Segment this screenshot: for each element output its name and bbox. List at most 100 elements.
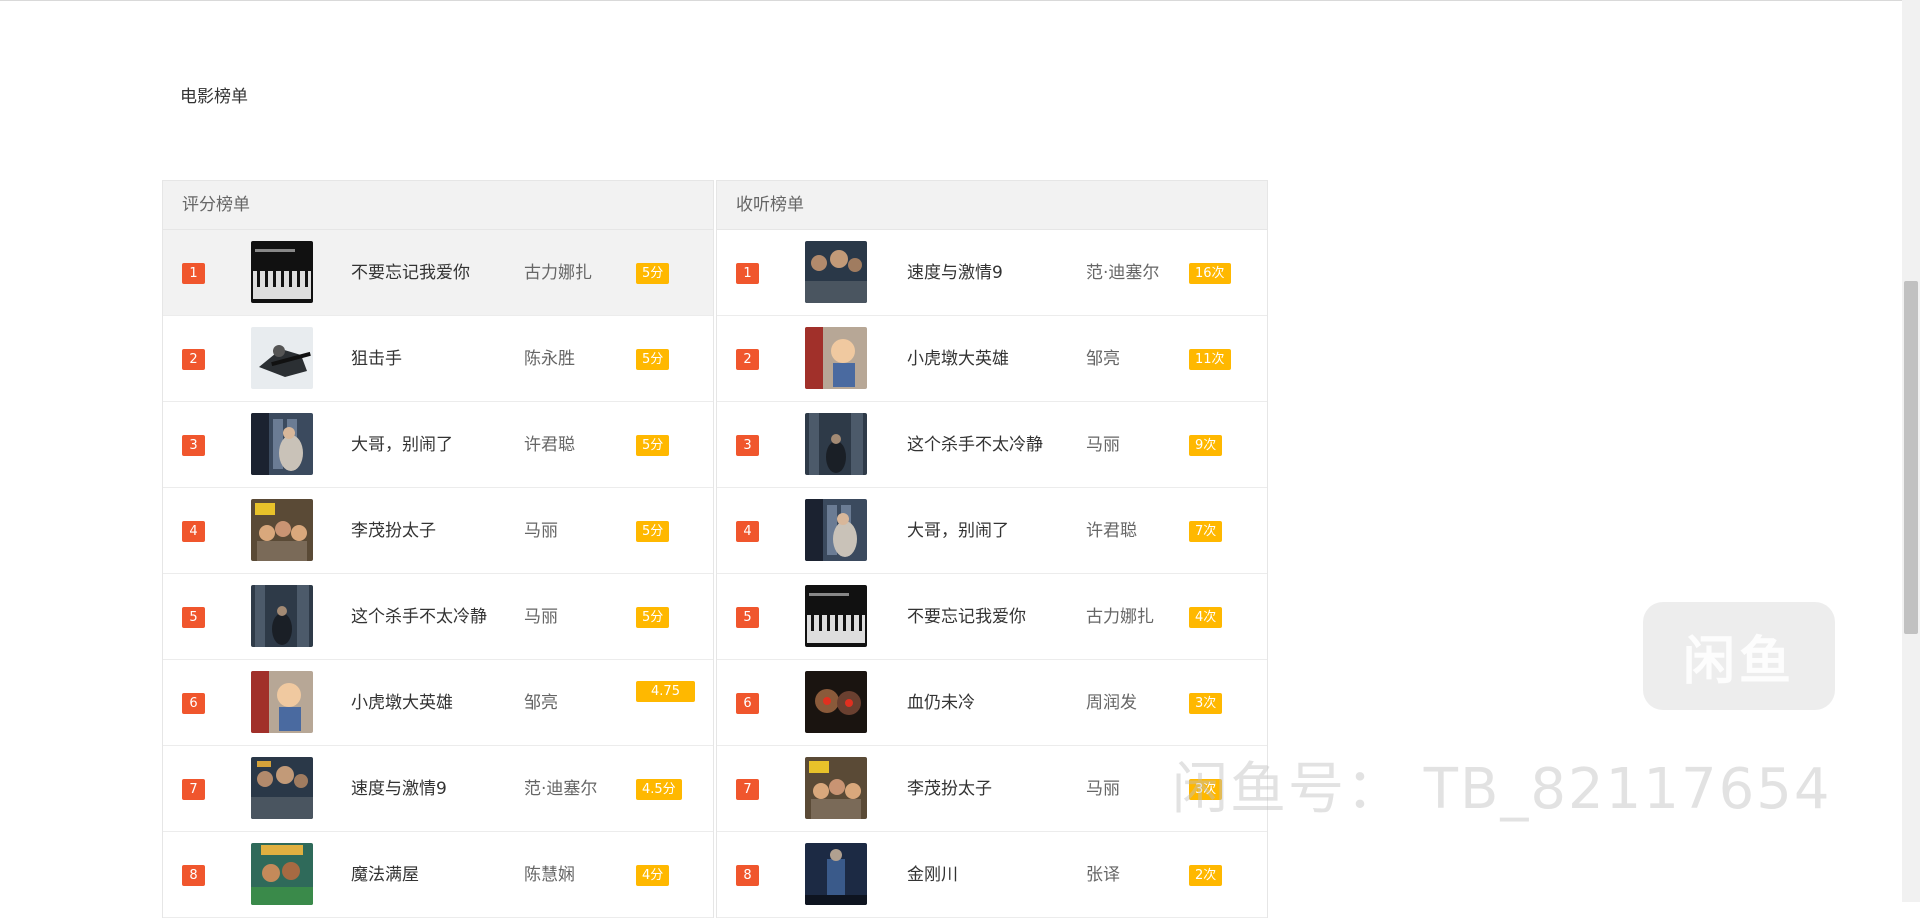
table-row[interactable]: 6 血仍未冷 周润发 3次	[717, 660, 1267, 746]
actor-name: 许君聪	[524, 435, 575, 455]
actor-name: 邹亮	[524, 693, 558, 713]
movie-poster[interactable]	[805, 241, 867, 303]
score-badge: 4.75	[636, 681, 695, 702]
table-row[interactable]: 3 这个杀手不太冷静 马丽 9次	[717, 402, 1267, 488]
actor-name: 张译	[1086, 865, 1120, 885]
table-row[interactable]: 3 大哥，别闹了 许君聪 5分	[163, 402, 713, 488]
rank-badge: 7	[736, 779, 759, 800]
actor-name: 古力娜扎	[524, 263, 592, 283]
actor-name: 马丽	[524, 521, 558, 541]
play-count-badge: 16次	[1189, 263, 1231, 284]
score-badge: 4.5分	[636, 779, 682, 800]
rank-badge: 1	[182, 263, 205, 284]
score-badge: 5分	[636, 607, 670, 628]
movie-poster[interactable]	[251, 671, 313, 733]
score-badge: 5分	[636, 521, 670, 542]
movie-title[interactable]: 李茂扮太子	[351, 488, 516, 574]
movie-poster[interactable]	[251, 585, 313, 647]
scrollbar-thumb[interactable]	[1904, 281, 1918, 634]
movie-poster[interactable]	[251, 413, 313, 475]
movie-title[interactable]: 大哥，别闹了	[351, 402, 516, 488]
actor-name: 马丽	[1086, 435, 1120, 455]
movie-poster[interactable]	[805, 499, 867, 561]
table-row[interactable]: 1 不要忘记我爱你 古力娜扎 5分	[163, 230, 713, 316]
table-row[interactable]: 4 大哥，别闹了 许君聪 7次	[717, 488, 1267, 574]
score-badge: 4分	[636, 865, 670, 886]
rank-badge: 3	[736, 435, 759, 456]
rank-badge: 3	[182, 435, 205, 456]
listen-board-title: 收听榜单	[717, 181, 1267, 230]
movie-poster[interactable]	[805, 585, 867, 647]
rank-badge: 5	[736, 607, 759, 628]
movie-poster[interactable]	[251, 241, 313, 303]
watermark-logo-text: 闲鱼	[1682, 631, 1795, 692]
movie-poster[interactable]	[805, 757, 867, 819]
movie-poster[interactable]	[805, 671, 867, 733]
movie-title[interactable]: 李茂扮太子	[907, 746, 1092, 832]
play-count-badge: 11次	[1189, 349, 1231, 370]
table-row[interactable]: 2 狙击手 陈永胜 5分	[163, 316, 713, 402]
rating-board: 评分榜单 1 不要忘记我爱你 古力娜扎 5分 2 狙击手 陈永胜 5分 3 大哥…	[162, 180, 714, 918]
play-count-badge: 9次	[1189, 435, 1223, 456]
movie-title[interactable]: 大哥，别闹了	[907, 488, 1092, 574]
movie-title[interactable]: 小虎墩大英雄	[351, 660, 516, 746]
page-title: 电影榜单	[180, 87, 248, 107]
movie-title[interactable]: 这个杀手不太冷静	[907, 402, 1092, 488]
actor-name: 许君聪	[1086, 521, 1137, 541]
actor-name: 古力娜扎	[1086, 607, 1154, 627]
rank-badge: 4	[736, 521, 759, 542]
movie-title[interactable]: 狙击手	[351, 316, 516, 402]
ranking-panels: 评分榜单 1 不要忘记我爱你 古力娜扎 5分 2 狙击手 陈永胜 5分 3 大哥…	[162, 180, 1268, 918]
movie-poster[interactable]	[251, 499, 313, 561]
play-count-badge: 7次	[1189, 521, 1223, 542]
actor-name: 范·迪塞尔	[524, 779, 598, 799]
score-badge: 5分	[636, 349, 670, 370]
rank-badge: 8	[182, 865, 205, 886]
movie-title[interactable]: 金刚川	[907, 832, 1092, 918]
watermark-logo: 闲鱼	[1643, 602, 1835, 710]
actor-name: 范·迪塞尔	[1086, 263, 1160, 283]
watermark-text: 闲鱼号： TB_82117654	[1172, 757, 1832, 822]
movie-title[interactable]: 不要忘记我爱你	[907, 574, 1092, 660]
rating-board-title: 评分榜单	[163, 181, 713, 230]
table-row[interactable]: 6 小虎墩大英雄 邹亮 4.75	[163, 660, 713, 746]
table-row[interactable]: 8 金刚川 张译 2次	[717, 832, 1267, 918]
movie-poster[interactable]	[805, 327, 867, 389]
rank-badge: 2	[736, 349, 759, 370]
rank-badge: 5	[182, 607, 205, 628]
movie-title[interactable]: 速度与激情9	[907, 230, 1092, 316]
movie-title[interactable]: 魔法满屋	[351, 832, 516, 918]
movie-poster[interactable]	[251, 757, 313, 819]
table-row[interactable]: 1 速度与激情9 范·迪塞尔 16次	[717, 230, 1267, 316]
movie-title[interactable]: 速度与激情9	[351, 746, 516, 832]
table-row[interactable]: 5 不要忘记我爱你 古力娜扎 4次	[717, 574, 1267, 660]
play-count-badge: 4次	[1189, 607, 1223, 628]
table-row[interactable]: 4 李茂扮太子 马丽 5分	[163, 488, 713, 574]
actor-name: 周润发	[1086, 693, 1137, 713]
table-row[interactable]: 7 速度与激情9 范·迪塞尔 4.5分	[163, 746, 713, 832]
score-badge: 5分	[636, 435, 670, 456]
movie-poster[interactable]	[251, 843, 313, 905]
actor-name: 陈慧娴	[524, 865, 575, 885]
movie-title[interactable]: 不要忘记我爱你	[351, 230, 516, 316]
actor-name: 陈永胜	[524, 349, 575, 369]
rank-badge: 2	[182, 349, 205, 370]
movie-poster[interactable]	[805, 843, 867, 905]
movie-title[interactable]: 这个杀手不太冷静	[351, 574, 516, 660]
rank-badge: 7	[182, 779, 205, 800]
movie-title[interactable]: 小虎墩大英雄	[907, 316, 1092, 402]
rank-badge: 4	[182, 521, 205, 542]
movie-poster[interactable]	[805, 413, 867, 475]
table-row[interactable]: 2 小虎墩大英雄 邹亮 11次	[717, 316, 1267, 402]
score-badge: 5分	[636, 263, 670, 284]
movie-poster[interactable]	[251, 327, 313, 389]
table-row[interactable]: 5 这个杀手不太冷静 马丽 5分	[163, 574, 713, 660]
rank-badge: 6	[182, 693, 205, 714]
table-row[interactable]: 8 魔法满屋 陈慧娴 4分	[163, 832, 713, 918]
actor-name: 邹亮	[1086, 349, 1120, 369]
movie-title[interactable]: 血仍未冷	[907, 660, 1092, 746]
play-count-badge: 2次	[1189, 865, 1223, 886]
rank-badge: 8	[736, 865, 759, 886]
rank-badge: 1	[736, 263, 759, 284]
top-divider	[0, 0, 1902, 1]
